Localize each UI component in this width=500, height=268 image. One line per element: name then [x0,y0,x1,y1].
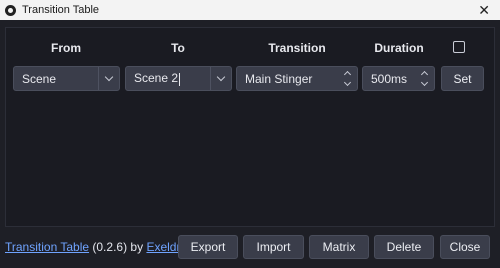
transition-table-panel [5,27,495,227]
window-close-icon[interactable]: ✕ [478,2,490,18]
plugin-credit: Transition Table (0.2.6) by Exeldro [5,240,187,254]
matrix-button[interactable]: Matrix [309,235,369,259]
header-from: From [51,41,81,55]
updown-chevron-icon [337,70,357,87]
duration-value: 500ms [371,71,408,86]
spinbox-stepper-icon[interactable] [414,70,434,87]
to-scene-dropdown[interactable]: Scene 2 [125,66,232,91]
text-caret [179,72,181,86]
header-to: To [171,41,185,55]
transition-value: Main Stinger [245,71,313,86]
plugin-link[interactable]: Transition Table [5,240,89,254]
chevron-down-icon [99,72,119,82]
transition-dropdown[interactable]: Main Stinger [236,66,358,91]
from-scene-dropdown[interactable]: Scene [13,66,120,91]
duration-spinbox[interactable]: 500ms [362,66,435,91]
header-duration: Duration [374,41,424,55]
set-button[interactable]: Set [441,66,484,91]
chevron-down-icon [211,72,231,82]
obs-app-icon [5,4,16,16]
to-scene-value: Scene 2 [134,71,179,86]
plugin-version: (0.2.6) by [92,240,144,254]
header-transition: Transition [268,41,326,55]
delete-button[interactable]: Delete [374,235,434,259]
from-scene-value: Scene [22,71,57,86]
window-title: Transition Table [22,4,100,16]
import-button[interactable]: Import [243,235,304,259]
select-all-checkbox[interactable] [453,41,465,53]
close-button[interactable]: Close [440,235,490,259]
export-button[interactable]: Export [178,235,238,259]
title-bar: Transition Table ✕ [0,0,500,20]
